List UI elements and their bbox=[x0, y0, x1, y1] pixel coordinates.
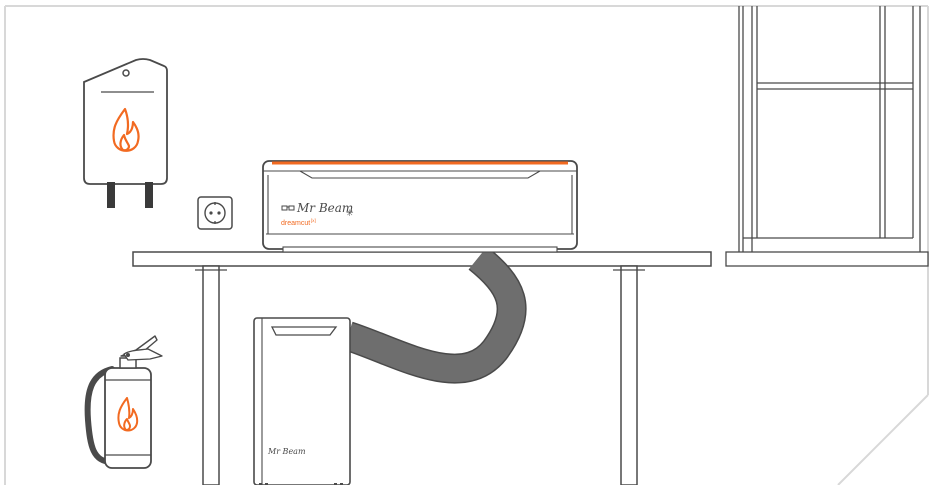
fire-blanket-icon bbox=[83, 58, 168, 208]
power-socket-icon[interactable] bbox=[197, 196, 233, 230]
table-leg-left bbox=[202, 265, 220, 485]
fire-blanket-pull-tab-left[interactable] bbox=[107, 182, 115, 208]
filter-brand-logo: Mr Beam bbox=[267, 447, 306, 456]
laser-model-label: dreamcut bbox=[281, 220, 310, 227]
laser-cutter[interactable]: Mr Beam ✳ dreamcut [x] bbox=[262, 160, 578, 253]
fire-blanket-pull-tab-right[interactable] bbox=[145, 182, 153, 208]
laser-brand-star: ✳ bbox=[346, 208, 354, 218]
laser-model-superscript: [x] bbox=[311, 218, 316, 223]
air-filter-unit[interactable]: Mr Beam bbox=[253, 317, 351, 485]
fire-extinguisher-icon bbox=[84, 335, 163, 469]
exhaust-hose bbox=[343, 246, 527, 384]
window-icon bbox=[725, 6, 929, 267]
safety-setup-illustration: Mr Beam Mr Beam ✳ dreamcut [x] bbox=[0, 0, 933, 485]
filter-exhaust-vent bbox=[270, 326, 338, 336]
scene-svg: Mr Beam Mr Beam ✳ dreamcut [x] bbox=[4, 5, 929, 485]
window-sill bbox=[725, 251, 929, 267]
laser-brand-logo: Mr Beam bbox=[296, 201, 353, 215]
table-top bbox=[132, 251, 712, 267]
table-leg-right bbox=[620, 265, 638, 485]
